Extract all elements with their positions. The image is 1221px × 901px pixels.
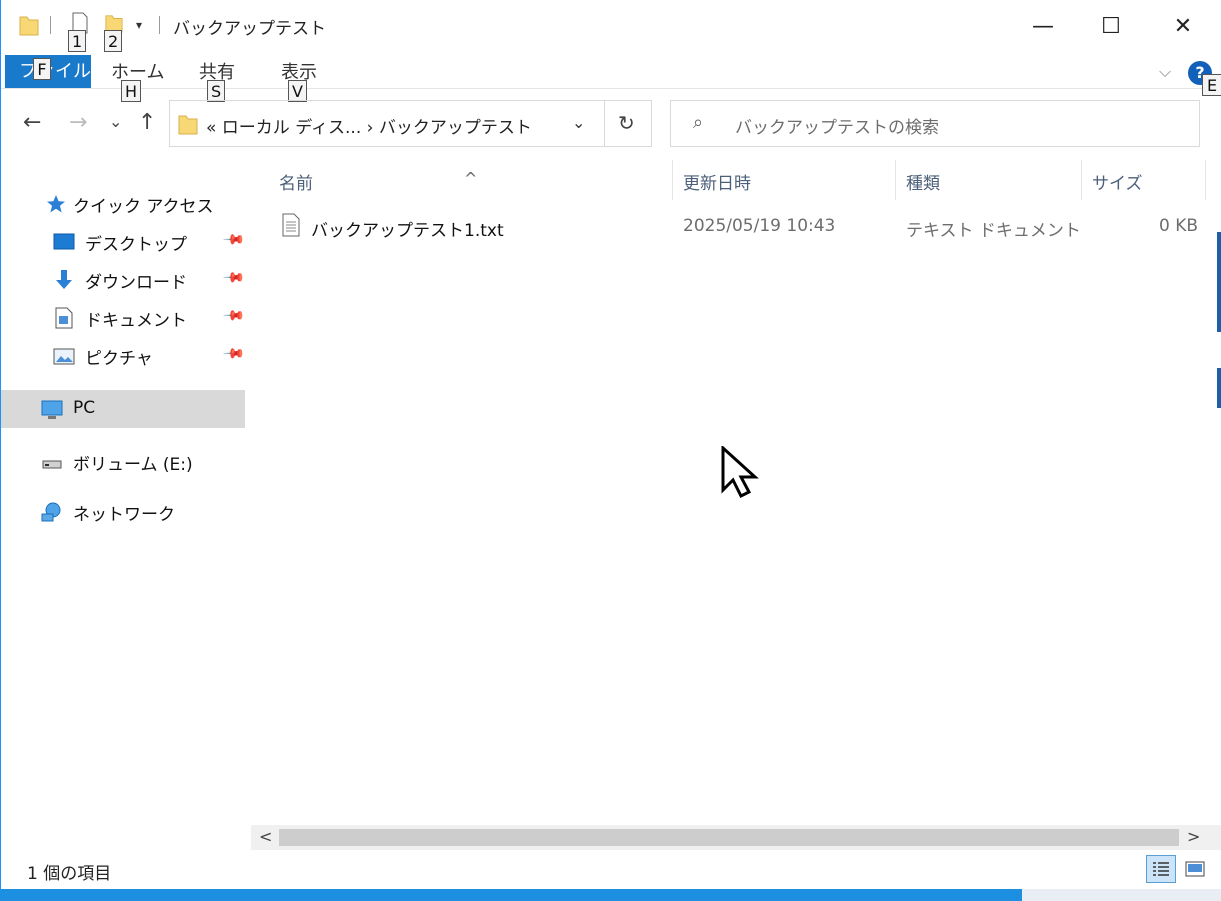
pin-icon[interactable]: 📌: [222, 228, 246, 252]
sidebar-item-desktop[interactable]: デスクトップ 📌: [1, 222, 246, 260]
pin-icon[interactable]: 📌: [222, 266, 246, 290]
documents-icon: [55, 307, 73, 329]
sidebar-item-label: ボリューム (E:): [73, 455, 193, 475]
sort-ascending-icon: ^: [464, 169, 478, 188]
explorer-window: 1 2 ▾ バックアップテスト — ☐ ✕ ファイル F ホーム H 共有 S …: [0, 0, 1221, 889]
address-separator: [604, 101, 605, 146]
taskbar-tray: [1022, 889, 1221, 901]
file-modified: 2025/05/19 10:43: [683, 216, 836, 236]
minimize-button[interactable]: —: [1007, 0, 1079, 52]
sidebar-item-label: ダウンロード: [85, 273, 187, 293]
scrollbar-thumb[interactable]: [279, 829, 1179, 846]
file-name[interactable]: バックアップテスト1.txt: [311, 216, 504, 241]
horizontal-scrollbar[interactable]: < >: [251, 825, 1221, 850]
edge-marker: [1217, 368, 1221, 408]
file-size: 0 KB: [1159, 216, 1199, 236]
search-input[interactable]: バックアップテストの検索: [735, 113, 939, 138]
column-divider[interactable]: [1205, 160, 1206, 200]
column-divider[interactable]: [672, 160, 673, 200]
details-view-icon: [1153, 862, 1169, 876]
close-button[interactable]: ✕: [1147, 0, 1219, 52]
download-icon: [56, 270, 72, 289]
recent-locations-button[interactable]: ⌄: [109, 112, 122, 131]
forward-button[interactable]: →: [69, 110, 87, 135]
column-divider[interactable]: [895, 160, 896, 200]
ribbon-tabs: ファイル F ホーム H 共有 S 表示 V ⌵ ? E: [1, 52, 1221, 102]
navigation-bar: ← → ⌄ ↑ « ローカル ディス... › バックアップテスト ⌄ ↻ ⌕ …: [1, 88, 1221, 160]
pin-icon[interactable]: 📌: [222, 342, 246, 366]
keytip-file: F: [33, 58, 51, 80]
breadcrumb[interactable]: « ローカル ディス... › バックアップテスト: [206, 113, 532, 138]
sidebar-item-quick-access[interactable]: クイック アクセス: [1, 184, 245, 222]
file-type: テキスト ドキュメント: [906, 221, 1081, 241]
details-view-button[interactable]: [1146, 855, 1176, 883]
folder-icon: [178, 115, 198, 135]
back-button[interactable]: ←: [23, 110, 41, 135]
maximize-button[interactable]: ☐: [1075, 0, 1147, 52]
sidebar-item-pc[interactable]: PC: [1, 390, 245, 428]
sidebar-item-volume-e[interactable]: ボリューム (E:): [1, 442, 245, 480]
mouse-cursor-icon: [721, 446, 759, 499]
sidebar-item-label: デスクトップ: [85, 235, 187, 255]
up-button[interactable]: ↑: [138, 110, 156, 135]
column-name[interactable]: 名前: [279, 169, 313, 194]
pin-icon[interactable]: 📌: [222, 304, 246, 328]
large-icons-view-icon: [1185, 861, 1205, 877]
search-box[interactable]: ⌕ バックアップテストの検索: [670, 100, 1200, 147]
column-size[interactable]: サイズ: [1092, 169, 1143, 194]
address-dropdown-icon[interactable]: ⌄: [572, 113, 585, 132]
qat-dropdown-icon[interactable]: ▾: [136, 18, 142, 32]
column-headers: ^ 名前 更新日時 種類 サイズ: [249, 160, 1219, 200]
navigation-pane: クイック アクセス デスクトップ 📌 ダウンロード 📌 ドキュメント 📌 ピクチ…: [1, 160, 249, 850]
column-modified[interactable]: 更新日時: [683, 169, 751, 194]
sidebar-item-documents[interactable]: ドキュメント 📌: [1, 298, 246, 336]
keytip-1: 1: [68, 30, 87, 52]
folder-icon[interactable]: [19, 14, 39, 36]
sidebar-item-network[interactable]: ネットワーク: [1, 492, 245, 530]
sidebar-item-label: ネットワーク: [73, 505, 175, 525]
taskbar: [0, 889, 1022, 901]
large-icons-view-button[interactable]: [1181, 855, 1211, 883]
sidebar-item-downloads[interactable]: ダウンロード 📌: [1, 260, 246, 298]
sidebar-item-label: ドキュメント: [85, 311, 187, 331]
status-bar: 1 個の項目: [1, 850, 1221, 889]
keytip-2: 2: [104, 30, 123, 52]
table-row[interactable]: バックアップテスト1.txt 2025/05/19 10:43 テキスト ドキュ…: [273, 208, 1213, 242]
qat-separator: [50, 16, 51, 34]
star-icon: [47, 195, 65, 213]
sidebar-item-label: クイック アクセス: [73, 197, 214, 217]
drive-icon: [42, 460, 62, 469]
address-bar[interactable]: « ローカル ディス... › バックアップテスト ⌄ ↻: [169, 100, 652, 147]
network-icon: [41, 502, 61, 522]
desktop-icon: [53, 233, 75, 250]
ribbon-expand-icon[interactable]: ⌵: [1159, 62, 1171, 82]
edge-marker: [1217, 232, 1221, 332]
window-title: バックアップテスト: [173, 19, 326, 39]
scroll-left-button[interactable]: <: [259, 827, 272, 846]
column-divider[interactable]: [1081, 160, 1082, 200]
qat-separator: [159, 16, 160, 34]
title-bar: 1 2 ▾ バックアップテスト — ☐ ✕: [1, 0, 1221, 52]
column-type[interactable]: 種類: [906, 169, 940, 194]
sidebar-item-pictures[interactable]: ピクチャ 📌: [1, 336, 246, 374]
sidebar-item-label: ピクチャ: [85, 349, 153, 369]
pc-icon: [41, 400, 63, 419]
search-icon: ⌕: [693, 112, 704, 133]
sidebar-item-label: PC: [73, 398, 96, 418]
refresh-button[interactable]: ↻: [618, 111, 635, 135]
pictures-icon: [53, 348, 75, 365]
scroll-right-button[interactable]: >: [1187, 827, 1200, 846]
text-file-icon: [282, 213, 300, 237]
item-count: 1 個の項目: [27, 864, 112, 884]
